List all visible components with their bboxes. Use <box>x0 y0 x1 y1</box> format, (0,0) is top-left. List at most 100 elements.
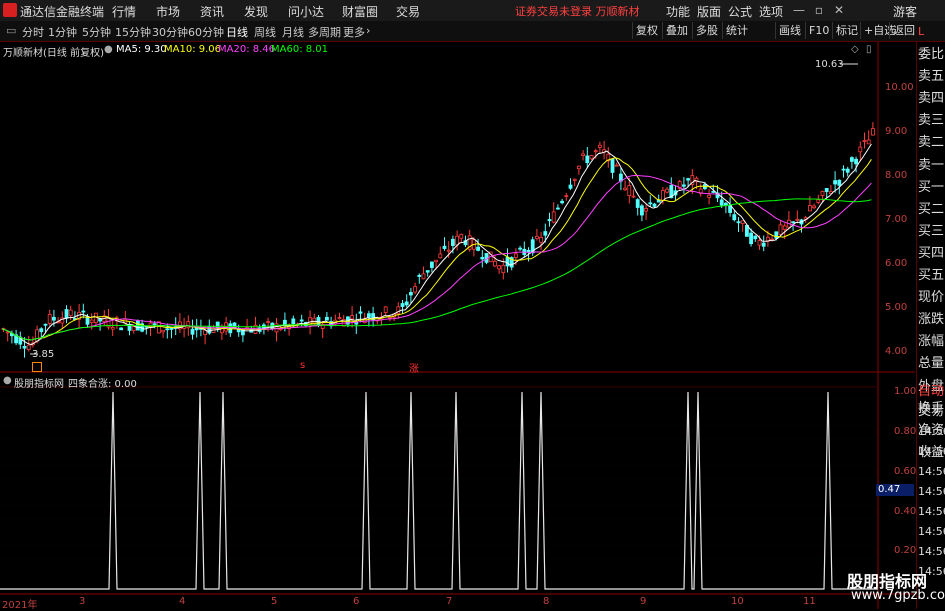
tab-period-minute[interactable]: 分时 <box>22 24 44 40</box>
tab-period-week[interactable]: 周线 <box>254 24 276 40</box>
tab-period-1m[interactable]: 1分钟 <box>48 24 77 40</box>
tab-period-60m[interactable]: 60分钟 <box>188 24 224 40</box>
menu-exchange[interactable]: 市场 <box>156 3 180 20</box>
menu-trade[interactable]: 交易 <box>396 3 420 20</box>
sidebar-item[interactable]: 买四 <box>918 243 945 265</box>
sidebar-lower-item[interactable]: 交易 <box>918 402 945 422</box>
stats-button[interactable]: 统计 <box>722 22 751 39</box>
multi-stock-button[interactable]: 多股 <box>692 22 721 39</box>
signal-mark-up: 涨 <box>409 364 419 375</box>
menu-options[interactable]: 选项 <box>759 3 783 20</box>
period-toolbar: ▭ 分时 1分钟 5分钟 15分钟 30分钟 60分钟 日线 周线 月线 多周期… <box>0 21 945 42</box>
menu-discover[interactable]: 发现 <box>244 3 268 20</box>
sidebar-lower-item[interactable]: 14:56 <box>918 502 945 522</box>
sidebar-item[interactable]: 买二 <box>918 199 945 221</box>
chevron-right-icon[interactable]: › <box>366 24 370 37</box>
app-title: 通达信金融终端 <box>20 5 105 19</box>
y-tick: 5.00 <box>885 302 908 313</box>
tab-period-30m[interactable]: 30分钟 <box>152 24 188 40</box>
panel-toggle-icon[interactable]: ▯ <box>866 44 872 55</box>
x-tick: 9 <box>640 596 647 607</box>
menu-bar: 通达信金融终端 行情 市场 资讯 发现 问小达 财富圈 交易 证券交易未登录 万… <box>0 0 945 22</box>
collapse-icon[interactable]: ▭ <box>6 24 16 37</box>
sidebar-top-label: L <box>918 25 925 38</box>
sidebar-item[interactable]: 卖二 <box>918 132 945 154</box>
tab-period-5m[interactable]: 5分钟 <box>82 24 111 40</box>
ma20-label: MA20: 8.46 <box>218 44 276 55</box>
sidebar-item[interactable]: 卖三 <box>918 110 945 132</box>
close-icon[interactable]: ✕ <box>832 2 846 18</box>
login-alert[interactable]: 证券交易未登录 万顺新材 <box>515 3 640 19</box>
sidebar-item[interactable]: 现价 <box>918 287 945 309</box>
sidebar-item[interactable]: 卖四 <box>918 88 945 110</box>
tab-period-day[interactable]: 日线 <box>226 24 248 40</box>
sidebar-item[interactable]: 委比 <box>918 44 945 66</box>
sidebar-lower-item[interactable]: 14:56 <box>918 542 945 562</box>
menu-function[interactable]: 功能 <box>666 3 690 20</box>
sidebar-lower-item[interactable]: 14:56 <box>918 442 945 462</box>
diamond-icon[interactable]: ◇ <box>851 44 859 55</box>
y-tick: 8.00 <box>885 170 908 181</box>
sidebar-lower-item[interactable]: 14:56 <box>918 522 945 542</box>
indicator-settings-icon[interactable]: ● <box>3 375 12 386</box>
mark-button[interactable]: 标记 <box>832 22 861 39</box>
x-tick: 5 <box>271 596 278 607</box>
sidebar-item[interactable]: 买五 <box>918 265 945 287</box>
ma60-label: MA60: 8.01 <box>271 44 329 55</box>
x-tick: 10 <box>731 596 744 607</box>
adjust-button[interactable]: 复权 <box>632 22 661 39</box>
sidebar-item[interactable]: 卖一 <box>918 155 945 177</box>
ind-y-tick: 1.00 <box>894 386 917 397</box>
ma5-label: MA5: 9.30 <box>116 44 167 55</box>
sidebar-lower-item[interactable]: 14:56 <box>918 422 945 442</box>
overlay-button[interactable]: 叠加 <box>662 22 691 39</box>
ind-y-tick: 0.60 <box>894 466 917 477</box>
minimize-icon[interactable]: — <box>792 2 806 18</box>
tab-period-month[interactable]: 月线 <box>282 24 304 40</box>
menu-formula[interactable]: 公式 <box>728 3 752 20</box>
ind-y-tick: 0.80 <box>894 426 917 437</box>
tab-period-15m[interactable]: 15分钟 <box>115 24 151 40</box>
menu-wealth[interactable]: 财富圈 <box>342 3 378 20</box>
x-tick: 3 <box>79 596 86 607</box>
quote-sidebar: L 委比 卖五 卖四 卖三 卖二 卖一 买一 买二 买三 买四 买五 现价 涨跌 涨幅 总量 外盘 换手 净资 收益… <box>916 25 945 609</box>
x-tick: 7 <box>446 596 453 607</box>
tab-period-multi[interactable]: 多周期 <box>308 24 341 40</box>
x-tick: 6 <box>353 596 360 607</box>
high-price-marker: 10.63 <box>815 59 844 70</box>
guest-label[interactable]: 游客 <box>893 3 917 20</box>
tab-period-more[interactable]: 更多 <box>343 24 365 40</box>
indicator-current-value: 0.47 <box>876 484 914 496</box>
settings-dot-icon[interactable]: ● <box>104 44 113 55</box>
menu-ask[interactable]: 问小达 <box>288 3 324 20</box>
sidebar-item[interactable]: 涨幅 <box>918 331 945 353</box>
sidebar-lower-item[interactable]: 14:56 <box>918 482 945 502</box>
y-tick: 6.00 <box>885 258 908 269</box>
sidebar-item[interactable]: 买三 <box>918 221 945 243</box>
low-price-marker: 3.85 <box>32 349 55 360</box>
sidebar-item[interactable]: 买一 <box>918 177 945 199</box>
ma10-label: MA10: 9.06 <box>164 44 222 55</box>
event-box-icon[interactable] <box>32 362 42 372</box>
menu-news[interactable]: 资讯 <box>200 3 224 20</box>
menu-layout[interactable]: 版面 <box>697 3 721 20</box>
app-logo-icon <box>3 3 17 17</box>
sidebar-item[interactable]: 卖五 <box>918 66 945 88</box>
indicator-series-label: 四象合涨: 0.00 <box>68 379 137 390</box>
watermark: 股朋指标网 www.7gpzb.com <box>847 568 945 608</box>
x-tick: 11 <box>803 596 816 607</box>
chart-area[interactable]: 万顺新材(日线 前复权) ● MA5: 9.30 MA10: 9.06 MA20… <box>0 42 917 611</box>
y-tick: 4.00 <box>885 346 908 357</box>
sidebar-lower-item[interactable]: 14:56 <box>918 462 945 482</box>
sidebar-lower-item[interactable]: 自动 <box>918 382 945 402</box>
x-tick: 8 <box>543 596 550 607</box>
kline-chart[interactable] <box>0 42 915 609</box>
f10-button[interactable]: F10 <box>805 22 832 39</box>
draw-button[interactable]: 画线 <box>775 22 804 39</box>
menu-market[interactable]: 行情 <box>112 3 136 20</box>
sidebar-item[interactable]: 涨跌 <box>918 309 945 331</box>
back-button[interactable]: 返回 <box>889 22 918 39</box>
maximize-icon[interactable]: ▫ <box>812 2 826 18</box>
y-tick: 7.00 <box>885 214 908 225</box>
sidebar-item[interactable]: 总量 <box>918 353 945 375</box>
